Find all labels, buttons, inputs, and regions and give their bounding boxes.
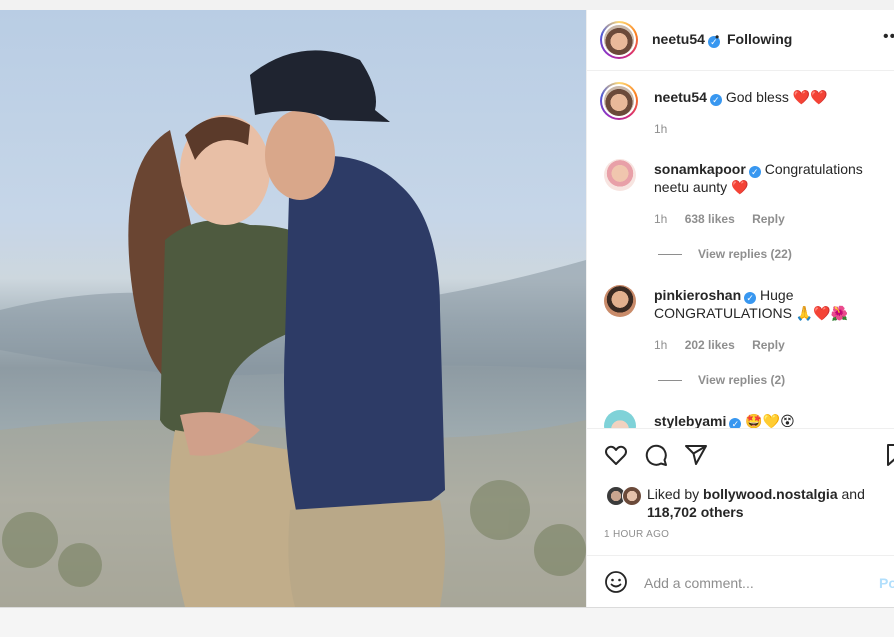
view-replies-button[interactable]: View replies (2) bbox=[658, 373, 785, 387]
caption-text: God bless bbox=[725, 89, 789, 105]
comment-meta: 1h 638 likes Reply bbox=[654, 212, 799, 226]
post-photo[interactable] bbox=[0, 10, 586, 607]
divider-line bbox=[658, 254, 682, 256]
top-strip bbox=[0, 0, 894, 10]
comment-username[interactable]: pinkieroshan bbox=[654, 287, 741, 303]
emoji-icon[interactable] bbox=[604, 570, 628, 594]
comment-likes[interactable]: 638 likes bbox=[685, 212, 735, 226]
caption-avatar[interactable] bbox=[600, 82, 638, 120]
caption-time: 1h bbox=[654, 122, 668, 136]
comment-username[interactable]: sonamkapoor bbox=[654, 161, 746, 177]
comment-username[interactable]: stylebyami bbox=[654, 413, 726, 429]
comment: pinkieroshan ✓ Huge CONGRATULATIONS 🙏❤️🌺 bbox=[654, 286, 884, 322]
post-actions: Liked by bollywood.nostalgia and 118,702… bbox=[587, 428, 894, 607]
view-replies-button[interactable]: View replies (22) bbox=[658, 247, 792, 261]
liked-by-and: and bbox=[841, 486, 865, 502]
verified-badge-icon: ✓ bbox=[744, 292, 757, 304]
following-button[interactable]: Following bbox=[727, 31, 792, 47]
caption-emoji: ❤️❤️ bbox=[792, 89, 828, 105]
verified-badge-icon: ✓ bbox=[709, 94, 722, 106]
comment-emoji: ❤️ bbox=[731, 179, 749, 195]
post-header: neetu54✓ • Following ••• bbox=[587, 10, 894, 71]
liked-by-prefix: Liked by bbox=[647, 486, 700, 502]
photo-illustration bbox=[0, 50, 586, 607]
caption-meta: 1h bbox=[654, 122, 681, 136]
add-comment-input[interactable]: Add a comment... bbox=[644, 575, 754, 591]
comment-emoji: 🤩💛😵 bbox=[745, 413, 795, 429]
add-comment-bar: Add a comment... Po bbox=[587, 555, 894, 607]
author-avatar[interactable] bbox=[600, 21, 638, 59]
likes-count[interactable]: 118,702 others bbox=[647, 504, 744, 520]
liked-by-avatar[interactable] bbox=[622, 486, 642, 506]
liked-by-text: Liked by bollywood.nostalgia and 118,702… bbox=[647, 485, 887, 521]
comment-avatar[interactable] bbox=[604, 159, 636, 191]
heart-icon[interactable] bbox=[604, 443, 628, 467]
caption-username[interactable]: neetu54 bbox=[654, 89, 707, 105]
comment-icon[interactable] bbox=[644, 443, 668, 467]
reply-button[interactable]: Reply bbox=[752, 338, 785, 352]
comment-time: 1h bbox=[654, 212, 668, 226]
post-card: neetu54✓ • Following ••• neetu54✓ God bl… bbox=[0, 10, 894, 608]
post-time[interactable]: 1 HOUR AGO bbox=[604, 529, 669, 540]
caption: neetu54 ✓ God bless ❤️❤️ bbox=[654, 88, 884, 106]
header-separator: • bbox=[715, 30, 720, 44]
view-replies-label: View replies (2) bbox=[698, 373, 786, 387]
page-footer-strip bbox=[0, 608, 894, 637]
share-icon[interactable] bbox=[684, 443, 708, 467]
comment-emoji: 🙏❤️🌺 bbox=[795, 305, 849, 321]
comment-avatar[interactable] bbox=[604, 285, 636, 317]
reply-button[interactable]: Reply bbox=[752, 212, 785, 226]
post-side-panel: neetu54✓ • Following ••• neetu54✓ God bl… bbox=[586, 10, 894, 607]
author-username[interactable]: neetu54 bbox=[652, 31, 705, 47]
view-replies-label: View replies (22) bbox=[698, 247, 792, 261]
comment-meta: 1h 202 likes Reply bbox=[654, 338, 799, 352]
comment: sonamkapoor ✓ Congratulations neetu aunty… bbox=[654, 160, 884, 196]
post-comment-button[interactable]: Po bbox=[879, 575, 894, 591]
more-options-icon[interactable]: ••• bbox=[883, 28, 894, 46]
verified-badge-icon: ✓ bbox=[748, 166, 761, 178]
bookmark-icon[interactable] bbox=[884, 443, 894, 467]
liked-by-user[interactable]: bollywood.nostalgia bbox=[703, 486, 838, 502]
divider-line bbox=[658, 380, 682, 382]
comment-time: 1h bbox=[654, 338, 668, 352]
comment-likes[interactable]: 202 likes bbox=[685, 338, 735, 352]
